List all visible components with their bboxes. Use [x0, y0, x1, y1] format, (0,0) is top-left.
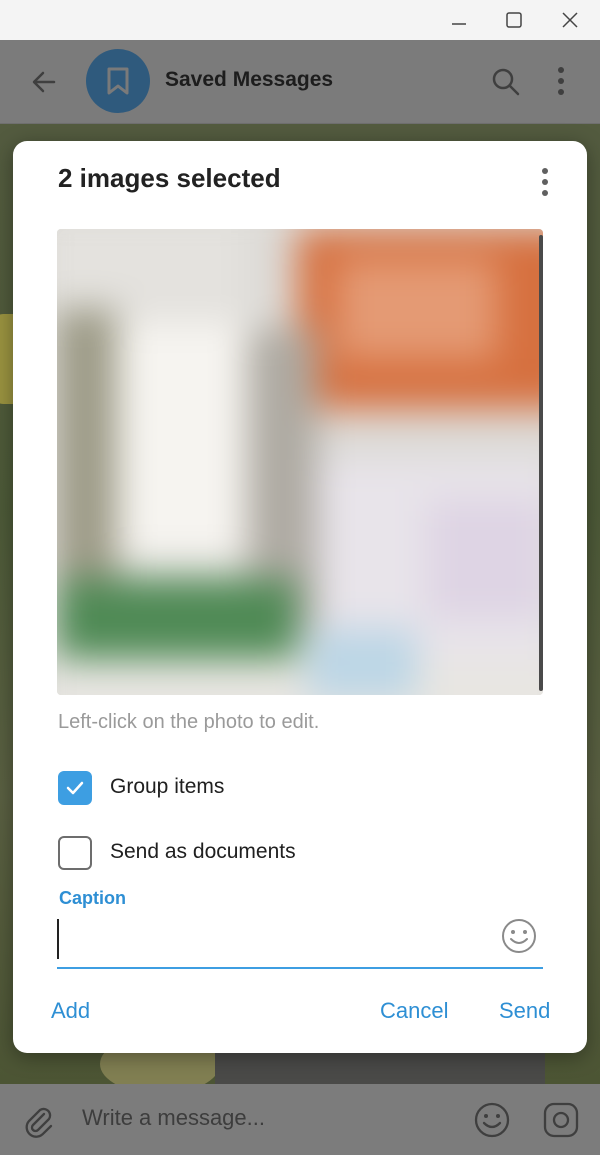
caption-input[interactable]	[57, 919, 487, 959]
caption-label: Caption	[59, 888, 126, 908]
emoji-icon[interactable]	[500, 917, 538, 955]
chat-header: Saved Messages	[0, 40, 600, 124]
paperclip-icon[interactable]	[20, 1102, 56, 1138]
send-button[interactable]: Send	[499, 998, 550, 1024]
sticker-icon[interactable]	[542, 1101, 580, 1139]
bookmark-icon	[107, 67, 129, 95]
send-photos-dialog: 2 images selected Left-click on the phot…	[13, 141, 587, 1053]
checkmark-icon	[66, 781, 84, 795]
add-button[interactable]: Add	[51, 998, 90, 1024]
window-titlebar	[0, 0, 600, 40]
minimize-icon[interactable]	[437, 4, 481, 36]
dialog-title: 2 images selected	[58, 163, 281, 193]
edit-hint: Left-click on the photo to edit.	[58, 711, 320, 733]
group-items-label[interactable]: Group items	[110, 775, 224, 799]
send-as-documents-label[interactable]: Send as documents	[110, 840, 296, 864]
scrollbar[interactable]	[539, 235, 543, 691]
emoji-icon[interactable]	[473, 1101, 511, 1139]
message-composer: Write a message...	[0, 1084, 600, 1155]
group-items-checkbox[interactable]	[58, 771, 92, 805]
send-as-documents-checkbox[interactable]	[58, 836, 92, 870]
maximize-icon[interactable]	[492, 4, 536, 36]
avatar[interactable]	[86, 49, 150, 113]
photo-preview[interactable]	[57, 229, 543, 695]
more-vert-icon[interactable]	[546, 64, 576, 98]
close-icon[interactable]	[548, 4, 592, 36]
caption-field	[57, 911, 543, 969]
cancel-button[interactable]: Cancel	[380, 998, 448, 1024]
message-input[interactable]: Write a message...	[82, 1105, 265, 1131]
more-vert-icon[interactable]	[531, 165, 559, 199]
back-arrow-icon[interactable]	[28, 66, 60, 98]
chat-title[interactable]: Saved Messages	[165, 68, 333, 92]
search-icon[interactable]	[490, 66, 522, 98]
